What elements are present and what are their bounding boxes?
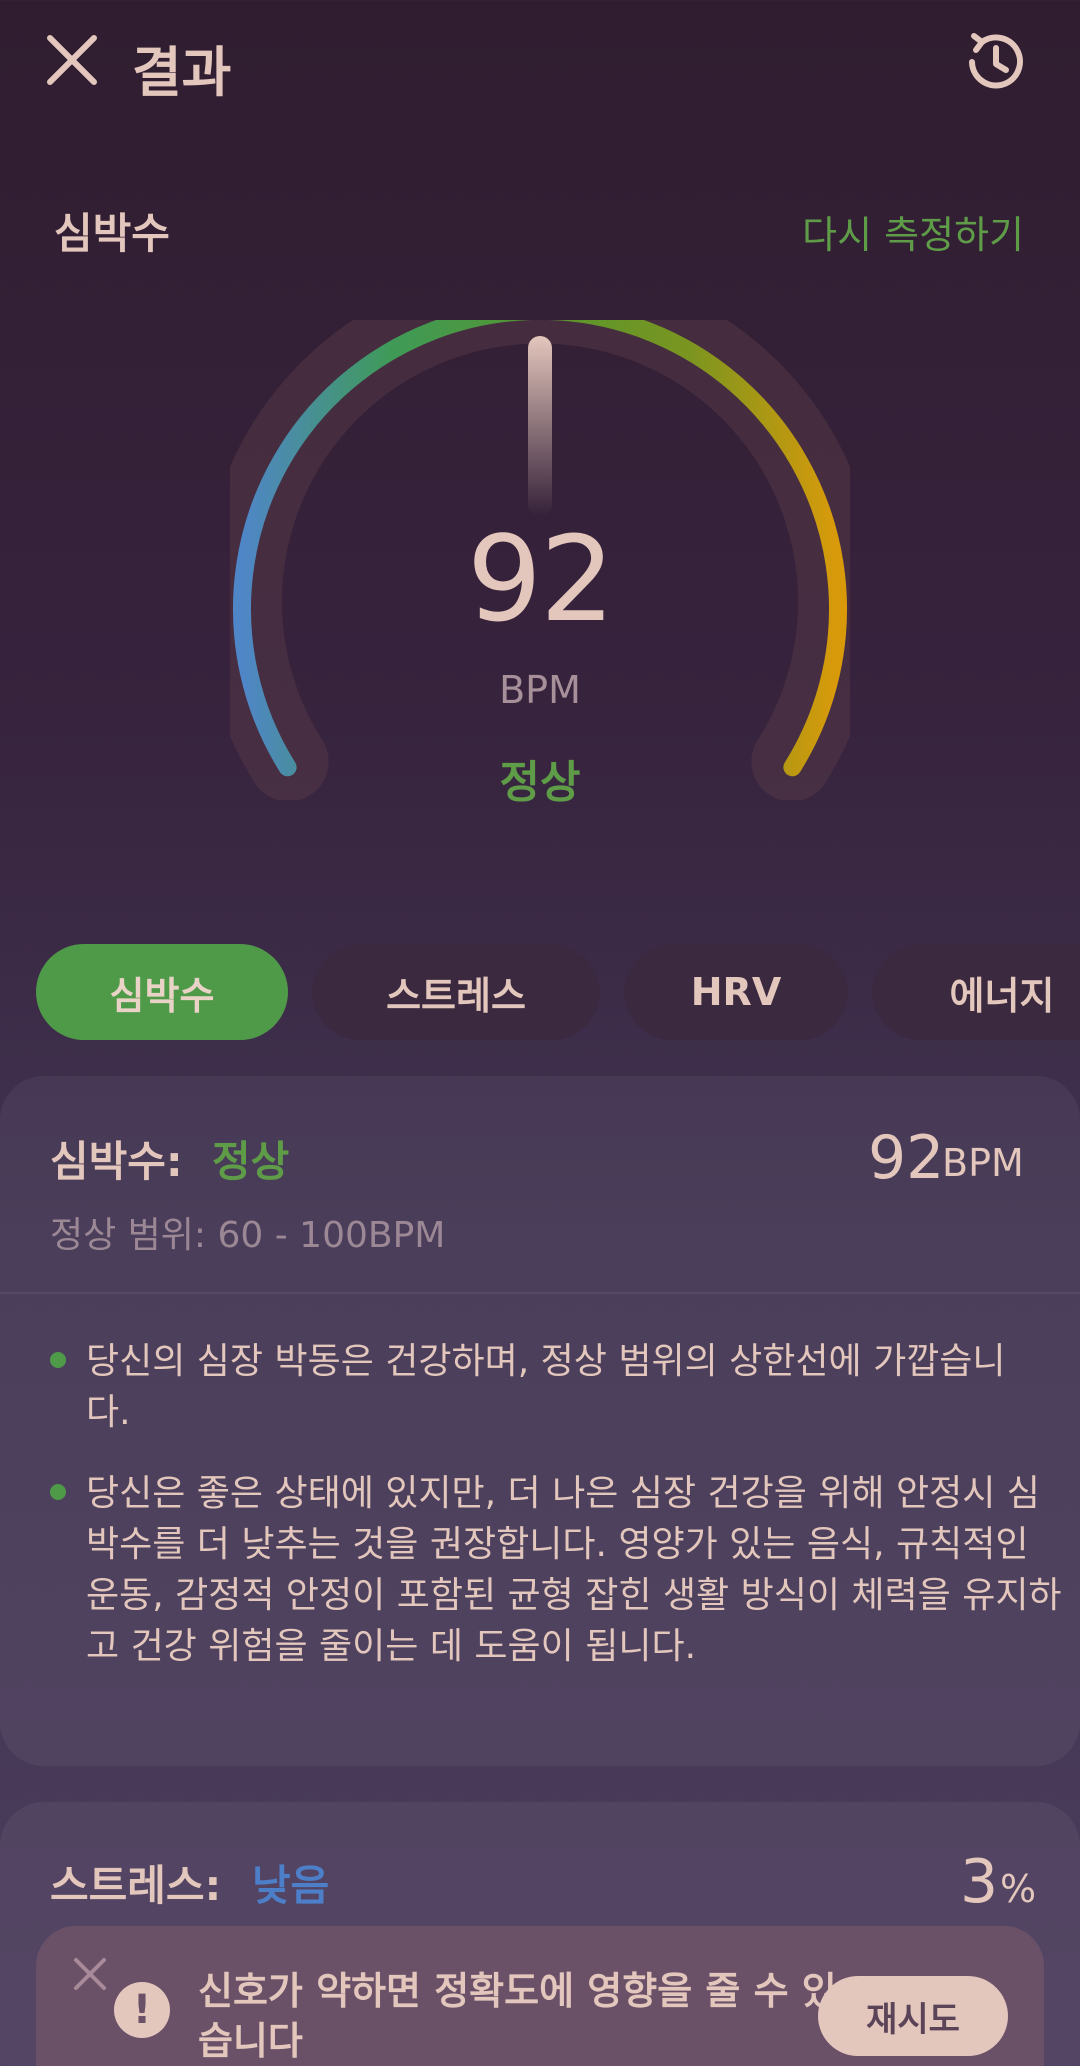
alert-message: 신호가 약하면 정확도에 영향을 줄 수 있습니다 xyxy=(198,1969,837,2063)
tab-stress[interactable]: 스트레스 xyxy=(312,944,600,1040)
heart-rate-section-title: 심박수 xyxy=(54,209,170,258)
tab-heart-rate[interactable]: 심박수 xyxy=(36,944,288,1040)
bullet-icon xyxy=(50,1484,66,1500)
heart-rate-value: 92 xyxy=(466,510,615,648)
stress-card-unit: % xyxy=(1000,1867,1037,1911)
heart-card-status: 정상 xyxy=(212,1137,290,1186)
bullet-text: 당신은 좋은 상태에 있지만, 더 나은 심장 건강을 위해 안정시 심박수를 … xyxy=(86,1473,1062,1667)
stress-card-status: 낮음 xyxy=(252,1861,330,1910)
history-icon[interactable] xyxy=(962,28,1030,96)
page-title: 결과 xyxy=(132,41,232,104)
app-header: 결과 xyxy=(0,0,1080,130)
tab-energy[interactable]: 에너지 xyxy=(872,944,1080,1040)
remeasure-link[interactable]: 다시 측정하기 xyxy=(802,204,1024,259)
alert-close-icon[interactable] xyxy=(72,1956,108,1992)
heart-card-label: 심박수: xyxy=(50,1137,183,1186)
divider xyxy=(0,1292,1080,1294)
heart-rate-unit: BPM xyxy=(499,668,581,712)
stress-card-label: 스트레스: xyxy=(50,1861,222,1910)
metric-tabs: 심박수 스트레스 HRV 에너지 xyxy=(36,944,1080,1040)
bullet-icon xyxy=(50,1352,66,1368)
stress-card-value: 3 xyxy=(960,1847,999,1917)
tab-hrv[interactable]: HRV xyxy=(624,944,848,1040)
close-icon[interactable] xyxy=(44,32,100,88)
gauge-needle xyxy=(528,336,552,516)
list-item: 당신은 좋은 상태에 있지만, 더 나은 심장 건강을 위해 안정시 심박수를 … xyxy=(50,1468,1062,1728)
bullet-text: 당신의 심장 박동은 건강하며, 정상 범위의 상한선에 가깝습니다. xyxy=(86,1341,1006,1433)
warning-icon: ! xyxy=(114,1982,170,2038)
heart-card-unit: BPM xyxy=(942,1141,1024,1185)
normal-range-text: 정상 범위: 60 - 100BPM xyxy=(50,1215,446,1256)
weak-signal-alert: ! 신호가 약하면 정확도에 영향을 줄 수 있습니다 재시도 xyxy=(36,1926,1044,2066)
heart-card-value: 92 xyxy=(868,1123,945,1193)
heart-rate-status: 정상 xyxy=(499,757,581,808)
list-item: 당신의 심장 박동은 건강하며, 정상 범위의 상한선에 가깝습니다. xyxy=(50,1336,1030,1436)
retry-button[interactable]: 재시도 xyxy=(818,1976,1008,2056)
